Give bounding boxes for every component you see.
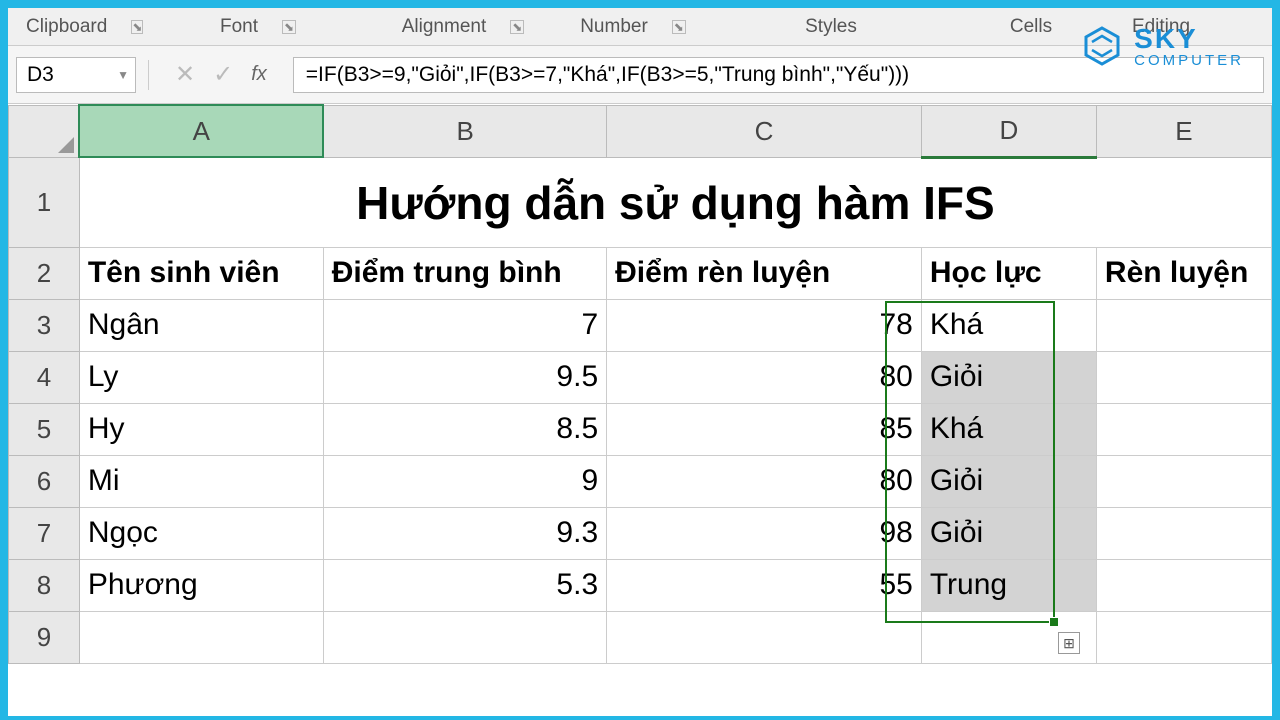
header-cell[interactable]: Điểm trung bình (323, 247, 606, 299)
data-cell[interactable]: 5.3 (323, 559, 606, 611)
data-cell[interactable]: 80 (607, 455, 922, 507)
dialog-launcher-icon[interactable]: ⬊ (510, 20, 524, 34)
data-cell[interactable]: 9.3 (323, 507, 606, 559)
group-number[interactable]: Number⬊ (558, 8, 708, 45)
group-font[interactable]: Font⬊ (148, 8, 368, 45)
cancel-icon[interactable]: ✕ (175, 60, 195, 89)
select-all-corner[interactable] (9, 105, 80, 157)
name-box[interactable]: D3▼ (16, 57, 136, 93)
col-header-a[interactable]: A (79, 105, 323, 157)
logo-brand-text: SKY (1134, 25, 1244, 53)
data-cell[interactable]: Giỏi (921, 507, 1096, 559)
row-header-9[interactable]: 9 (9, 611, 80, 663)
separator (148, 60, 149, 90)
data-cell[interactable] (1096, 403, 1271, 455)
data-cell[interactable]: Trung (921, 559, 1096, 611)
logo-icon (1078, 22, 1126, 70)
header-cell[interactable]: Điểm rèn luyện (607, 247, 922, 299)
data-cell[interactable]: Giỏi (921, 455, 1096, 507)
row-header[interactable]: 3 (9, 299, 80, 351)
data-cell[interactable]: Phương (79, 559, 323, 611)
dialog-launcher-icon[interactable]: ⬊ (131, 20, 143, 34)
row-header[interactable]: 5 (9, 403, 80, 455)
autofill-options-icon[interactable]: ⊞ (1058, 632, 1080, 654)
data-cell[interactable] (1096, 299, 1271, 351)
title-cell[interactable]: Hướng dẫn sử dụng hàm IFS (79, 157, 1271, 247)
row-header[interactable]: 4 (9, 351, 80, 403)
data-cell[interactable]: 55 (607, 559, 922, 611)
data-cell[interactable]: 7 (323, 299, 606, 351)
chevron-down-icon[interactable]: ▼ (117, 68, 129, 82)
logo-sub-text: COMPUTER (1134, 53, 1244, 68)
data-cell[interactable]: Ly (79, 351, 323, 403)
col-header-d[interactable]: D (921, 105, 1096, 157)
empty-cell[interactable] (1096, 611, 1271, 663)
data-cell[interactable] (1096, 559, 1271, 611)
col-header-e[interactable]: E (1096, 105, 1271, 157)
data-cell[interactable] (1096, 507, 1271, 559)
data-cell[interactable]: 9 (323, 455, 606, 507)
data-cell[interactable]: Ngọc (79, 507, 323, 559)
dialog-launcher-icon[interactable]: ⬊ (282, 20, 296, 34)
empty-cell[interactable] (79, 611, 323, 663)
row-header[interactable]: 6 (9, 455, 80, 507)
data-cell[interactable]: Hy (79, 403, 323, 455)
active-cell[interactable]: Khá (921, 299, 1096, 351)
data-cell[interactable]: Giỏi (921, 351, 1096, 403)
data-cell[interactable] (1096, 455, 1271, 507)
group-clipboard[interactable]: Clipboard⬊ (8, 8, 148, 45)
data-cell[interactable]: 9.5 (323, 351, 606, 403)
data-cell[interactable]: 85 (607, 403, 922, 455)
brand-logo: SKY COMPUTER (1078, 22, 1244, 70)
empty-cell[interactable] (323, 611, 606, 663)
data-cell[interactable]: Mi (79, 455, 323, 507)
empty-cell[interactable] (607, 611, 922, 663)
row-header[interactable]: 7 (9, 507, 80, 559)
data-cell[interactable]: Khá (921, 403, 1096, 455)
enter-icon[interactable]: ✓ (213, 60, 233, 89)
row-header[interactable]: 8 (9, 559, 80, 611)
header-cell[interactable]: Tên sinh viên (79, 247, 323, 299)
spreadsheet-grid[interactable]: A B C D E 1 Hướng dẫn sử dụng hàm IFS 2 … (8, 104, 1272, 664)
row-header-2[interactable]: 2 (9, 247, 80, 299)
data-cell[interactable] (1096, 351, 1271, 403)
header-cell[interactable]: Học lực (921, 247, 1096, 299)
data-cell[interactable]: 78 (607, 299, 922, 351)
group-styles[interactable]: Styles (708, 8, 978, 45)
col-header-c[interactable]: C (607, 105, 922, 157)
group-alignment[interactable]: Alignment⬊ (368, 8, 558, 45)
data-cell[interactable]: 98 (607, 507, 922, 559)
data-cell[interactable]: 80 (607, 351, 922, 403)
data-cell[interactable]: 8.5 (323, 403, 606, 455)
fx-icon[interactable]: fx (251, 63, 267, 86)
data-cell[interactable]: Ngân (79, 299, 323, 351)
dialog-launcher-icon[interactable]: ⬊ (672, 20, 686, 34)
header-cell[interactable]: Rèn luyện (1096, 247, 1271, 299)
col-header-b[interactable]: B (323, 105, 606, 157)
fill-handle[interactable] (1049, 617, 1059, 627)
row-header-1[interactable]: 1 (9, 157, 80, 247)
